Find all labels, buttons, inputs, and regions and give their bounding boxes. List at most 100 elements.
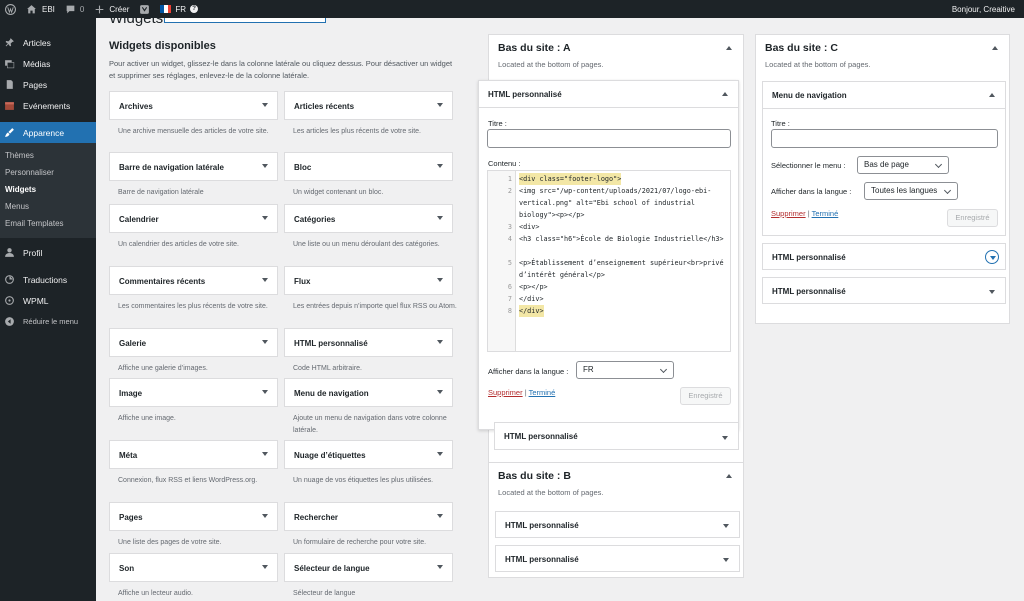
expand-arrow-icon[interactable] xyxy=(262,216,268,220)
menu-pages[interactable]: Pages xyxy=(0,74,96,95)
submenu-email-templates[interactable]: Email Templates xyxy=(0,215,96,232)
widget-card[interactable]: Barre de navigation latérale xyxy=(109,152,278,181)
widget-card[interactable]: Nuage d’étiquettes xyxy=(284,440,453,469)
delete-link[interactable]: Supprimer xyxy=(771,209,806,218)
save-button[interactable]: Enregistré xyxy=(947,209,998,227)
menu-articles[interactable]: Articles xyxy=(0,32,96,53)
collapse-arrow-icon[interactable] xyxy=(726,46,732,50)
code-editor[interactable]: 1 <div class="footer-logo"> 2 <img src="/wp… xyxy=(487,170,731,352)
menu-select[interactable]: Bas de page xyxy=(857,156,949,174)
widget-card[interactable]: Archives xyxy=(109,91,278,120)
widget-card[interactable]: HTML personnalisé xyxy=(284,328,453,357)
user-greeting[interactable]: Bonjour, Creaitive xyxy=(947,0,1024,18)
collapse-arrow-icon[interactable] xyxy=(992,46,998,50)
top-input-fragment[interactable] xyxy=(164,18,326,23)
custom-html-widget[interactable]: HTML personnalisé xyxy=(762,243,1006,270)
widget-card[interactable]: Calendrier xyxy=(109,204,278,233)
wordpress-logo-icon[interactable] xyxy=(0,0,21,18)
widget-card[interactable]: Menu de navigation xyxy=(284,378,453,407)
submenu-menus[interactable]: Menus xyxy=(0,198,96,215)
expand-arrow-icon[interactable] xyxy=(262,452,268,456)
widget-card-description: Un formulaire de recherche pour votre si… xyxy=(293,539,427,546)
submenu-customize[interactable]: Personnaliser xyxy=(0,164,96,181)
widget-card[interactable]: Commentaires récents xyxy=(109,266,278,295)
expand-arrow-icon[interactable] xyxy=(262,514,268,518)
create-menu[interactable]: Créer xyxy=(89,0,134,18)
expand-arrow-icon[interactable] xyxy=(262,340,268,344)
widget-card-title: HTML personnalisé xyxy=(294,339,368,348)
menu-wpml[interactable]: WPML xyxy=(0,290,96,311)
expand-arrow-icon[interactable] xyxy=(437,390,443,394)
widget-card[interactable]: Pages xyxy=(109,502,278,531)
menu-translations[interactable]: Traductions xyxy=(0,269,96,290)
expand-arrow-icon[interactable] xyxy=(723,524,729,528)
delete-link[interactable]: Supprimer xyxy=(488,388,523,397)
collapse-widget-arrow-icon[interactable] xyxy=(989,93,995,97)
custom-html-widget[interactable]: HTML personnalisé xyxy=(495,511,740,538)
widget-card[interactable]: Catégories xyxy=(284,204,453,233)
expand-arrow-icon[interactable] xyxy=(722,436,728,440)
title-input[interactable] xyxy=(771,129,998,148)
custom-html-widget[interactable]: HTML personnalisé xyxy=(495,545,740,572)
title-input[interactable] xyxy=(487,129,731,148)
widget-card-description: Les entrées depuis n’importe quel flux R… xyxy=(293,303,457,310)
yoast-menu[interactable] xyxy=(134,0,155,18)
menu-appearance[interactable]: Apparence xyxy=(0,122,96,143)
submenu-widgets[interactable]: Widgets xyxy=(0,181,96,198)
collapse-arrow-icon[interactable] xyxy=(726,474,732,478)
widget-card[interactable]: Image xyxy=(109,378,278,407)
custom-html-widget-title: HTML personnalisé xyxy=(488,90,562,99)
expand-arrow-icon[interactable] xyxy=(437,164,443,168)
widget-card[interactable]: Articles récents xyxy=(284,91,453,120)
expand-arrow-icon[interactable] xyxy=(262,278,268,282)
nav-menu-widget-title: Menu de navigation xyxy=(772,91,847,100)
widget-card[interactable]: Galerie xyxy=(109,328,278,357)
user-icon xyxy=(5,248,14,257)
menu-events[interactable]: Evénements xyxy=(0,95,96,116)
expand-arrow-icon[interactable] xyxy=(437,565,443,569)
footer-c-description: Located at the bottom of pages. xyxy=(765,60,871,69)
paintbrush-icon xyxy=(5,128,14,137)
widget-card[interactable]: Flux xyxy=(284,266,453,295)
widget-card-description: Les articles les plus récents de votre s… xyxy=(293,128,422,135)
expand-arrow-icon[interactable] xyxy=(437,452,443,456)
expand-arrow-icon[interactable] xyxy=(262,390,268,394)
expand-circle-icon[interactable] xyxy=(985,250,999,264)
done-link[interactable]: Terminé xyxy=(812,209,839,218)
widget-card[interactable]: Méta xyxy=(109,440,278,469)
widget-card[interactable]: Son xyxy=(109,553,278,582)
collapse-menu[interactable]: Réduire le menu xyxy=(0,311,96,332)
site-menu[interactable]: EBI xyxy=(21,0,60,18)
custom-html-widget[interactable]: HTML personnalisé xyxy=(762,277,1006,304)
collapse-widget-arrow-icon[interactable] xyxy=(722,92,728,96)
expand-arrow-icon[interactable] xyxy=(437,278,443,282)
widget-card[interactable]: Rechercher xyxy=(284,502,453,531)
expand-arrow-icon[interactable] xyxy=(262,565,268,569)
expand-arrow-icon[interactable] xyxy=(262,103,268,107)
submenu-themes[interactable]: Thèmes xyxy=(0,147,96,164)
expand-arrow-icon[interactable] xyxy=(262,164,268,168)
menu-medias[interactable]: Médias xyxy=(0,53,96,74)
expand-arrow-icon[interactable] xyxy=(989,290,995,294)
title-label: Titre : xyxy=(488,119,507,128)
widget-card[interactable]: Sélecteur de langue xyxy=(284,553,453,582)
nav-menu-widget-expanded: Menu de navigation Titre : Sélectionner … xyxy=(762,81,1006,236)
language-select[interactable]: Toutes les langues xyxy=(864,182,958,200)
title-label: Titre : xyxy=(771,119,790,128)
custom-html-widget-collapsed[interactable]: HTML personnalisé xyxy=(494,422,739,450)
custom-html-widget-expanded: HTML personnalisé Titre : Contenu : 1 <di… xyxy=(478,80,739,430)
menu-pages-label: Pages xyxy=(23,79,48,90)
admin-bar: EBI 0 Créer FR? Bonjour, Creaitive xyxy=(0,0,1024,18)
menu-profile[interactable]: Profil xyxy=(0,242,96,263)
widget-card[interactable]: Bloc xyxy=(284,152,453,181)
language-select[interactable]: FR xyxy=(576,361,674,379)
expand-arrow-icon[interactable] xyxy=(437,340,443,344)
expand-arrow-icon[interactable] xyxy=(437,216,443,220)
language-menu[interactable]: FR? xyxy=(155,0,203,18)
done-link[interactable]: Terminé xyxy=(529,388,556,397)
save-button[interactable]: Enregistré xyxy=(680,387,731,405)
expand-arrow-icon[interactable] xyxy=(723,558,729,562)
comments-menu[interactable]: 0 xyxy=(60,0,89,18)
expand-arrow-icon[interactable] xyxy=(437,103,443,107)
expand-arrow-icon[interactable] xyxy=(437,514,443,518)
